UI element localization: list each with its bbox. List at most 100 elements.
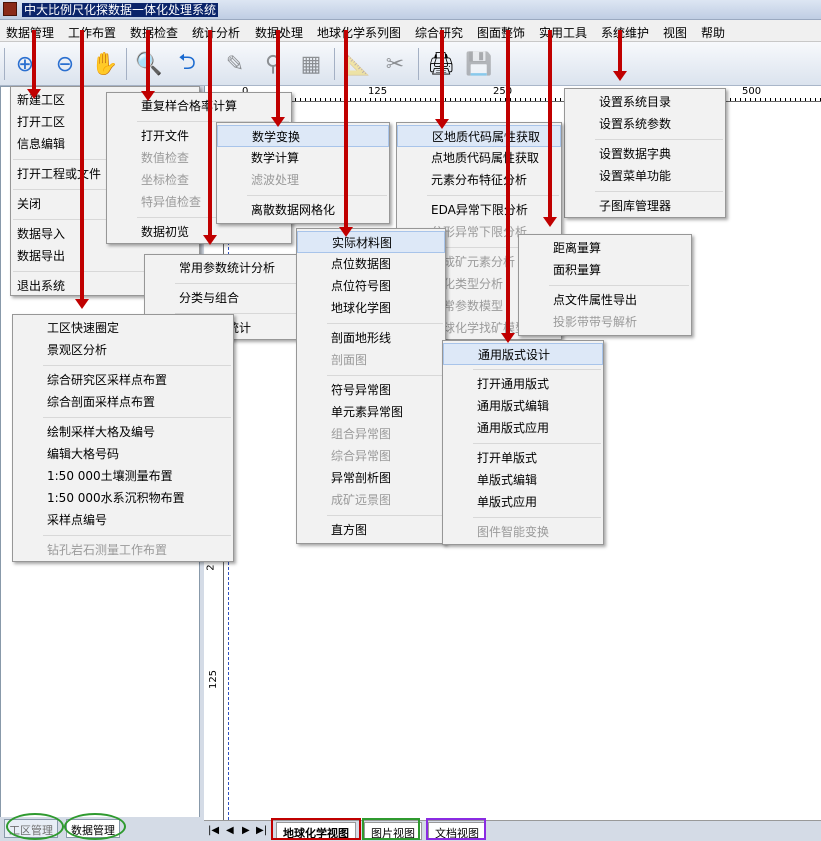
menu-item[interactable]: 1:50 000土壤测量布置 — [13, 465, 233, 487]
menu-item[interactable]: 组合异常图 — [297, 423, 445, 445]
menu-item[interactable]: 打开通用版式 — [443, 373, 603, 395]
menu-item[interactable]: 分类与组合 — [145, 287, 299, 309]
menu-item[interactable]: 数学变换 — [217, 125, 389, 147]
menu-item[interactable]: 地球化学图 — [297, 297, 445, 319]
menu-item[interactable]: 成矿远景图 — [297, 489, 445, 511]
menu-item[interactable]: 点位符号图 — [297, 275, 445, 297]
save-icon[interactable]: 💾 — [464, 49, 494, 79]
menu-decor[interactable]: 图面整饰 — [477, 24, 525, 41]
menu-item[interactable]: 区地质代码属性获取 — [397, 125, 561, 147]
menu-item[interactable]: 设置数据字典 — [565, 143, 725, 165]
menu-item[interactable]: 直方图 — [297, 519, 445, 541]
menu-research[interactable]: 综合研究 — [415, 24, 463, 41]
menu-data-mgmt[interactable]: 数据管理 — [6, 24, 54, 41]
menu-item[interactable]: 单版式应用 — [443, 491, 603, 513]
annotation-arrow — [141, 30, 155, 101]
menu-item[interactable]: 设置菜单功能 — [565, 165, 725, 187]
ruler-label: 2 — [205, 564, 217, 571]
annotation-arrow — [339, 30, 353, 237]
app-icon — [3, 2, 17, 16]
menu-separator — [327, 323, 443, 324]
pan-hand-icon[interactable]: ✋ — [90, 49, 120, 79]
title-bar: 中大比例尺化探数据一体化处理系统 — [0, 0, 821, 20]
first-page-icon[interactable]: |◀ — [208, 825, 219, 836]
menu-sys-maint[interactable]: 系统维护 — [601, 24, 649, 41]
menu-work-layout[interactable]: 工作布置 — [68, 24, 116, 41]
menu-data-check[interactable]: 数据检查 — [130, 24, 178, 41]
menu-item[interactable]: 剖面图 — [297, 349, 445, 371]
menu-item[interactable]: 符号异常图 — [297, 379, 445, 401]
menu-item[interactable]: 工区快速圈定 — [13, 317, 233, 339]
tools-icon[interactable]: ✂ — [380, 49, 410, 79]
toolbar-separator — [334, 48, 335, 80]
annotation-arrow — [27, 30, 41, 99]
menu-item[interactable]: 通用版式编辑 — [443, 395, 603, 417]
annotation-arrow — [435, 30, 449, 129]
annotation-arrow — [501, 30, 515, 343]
menu-separator — [595, 139, 723, 140]
menu-stats[interactable]: 统计分析 — [192, 24, 240, 41]
window-title: 中大比例尺化探数据一体化处理系统 — [22, 3, 219, 17]
toolbar-separator — [126, 48, 127, 80]
menu-view[interactable]: 视图 — [663, 24, 687, 41]
menu-item[interactable]: EDA异常下限分析 — [397, 199, 561, 221]
zoom-out-icon[interactable]: ⊖ — [50, 49, 80, 79]
menu-separator — [595, 191, 723, 192]
menu-item[interactable]: 面积量算 — [519, 259, 691, 281]
menu-item[interactable]: 距离量算 — [519, 237, 691, 259]
annotation-box — [271, 818, 361, 840]
menu-item[interactable]: 异常剖析图 — [297, 467, 445, 489]
menu-item[interactable]: 1:50 000水系沉积物布置 — [13, 487, 233, 509]
menu-tools[interactable]: 实用工具 — [539, 24, 587, 41]
menu-item[interactable]: 采样点编号 — [13, 509, 233, 531]
menu-item[interactable]: 常用参数统计分析 — [145, 257, 299, 279]
menu-item[interactable]: 图件智能变换 — [443, 521, 603, 543]
menu-item[interactable]: 子图库管理器 — [565, 195, 725, 217]
last-page-icon[interactable]: ▶| — [256, 825, 267, 836]
edit-tool-icon[interactable]: ✎ — [220, 49, 250, 79]
menu-item[interactable]: 点文件属性导出 — [519, 289, 691, 311]
menu-item[interactable]: 通用版式设计 — [443, 343, 603, 365]
menu-item[interactable]: 点位数据图 — [297, 253, 445, 275]
menu-separator — [473, 369, 601, 370]
menu-item[interactable]: 数据初览 — [107, 221, 291, 243]
table-icon[interactable]: ▦ — [296, 49, 326, 79]
toolbar-grip — [4, 48, 5, 80]
menu-item[interactable]: 数学计算 — [217, 147, 389, 169]
menu-item[interactable]: 实际材料图 — [297, 231, 445, 253]
menu-separator — [327, 375, 443, 376]
menu-item[interactable]: 通用版式应用 — [443, 417, 603, 439]
menu-item[interactable]: 设置系统参数 — [565, 113, 725, 135]
sys-maint-menu: 设置系统目录 设置系统参数 设置数据字典 设置菜单功能 子图库管理器 — [564, 88, 726, 218]
menu-item[interactable]: 滤波处理 — [217, 169, 389, 191]
prev-page-icon[interactable]: ◀ — [226, 825, 234, 836]
back-arrow-icon[interactable]: ⮌ — [172, 49, 202, 79]
menu-separator — [175, 283, 297, 284]
menu-bar: 数据管理 工作布置 数据检查 统计分析 数据处理 地球化学系列图 综合研究 图面… — [0, 20, 821, 42]
menu-item[interactable]: 单元素异常图 — [297, 401, 445, 423]
menu-item[interactable]: 设置系统目录 — [565, 91, 725, 113]
menu-item[interactable]: 景观区分析 — [13, 339, 233, 361]
menu-help[interactable]: 帮助 — [701, 24, 725, 41]
annotation-ring — [6, 813, 64, 840]
menu-item[interactable]: 打开单版式 — [443, 447, 603, 469]
menu-item[interactable]: 绘制采样大格及编号 — [13, 421, 233, 443]
menu-item[interactable]: 综合异常图 — [297, 445, 445, 467]
menu-item[interactable]: 重复样合格率计算 — [107, 95, 291, 117]
menu-item[interactable]: 综合研究区采样点布置 — [13, 369, 233, 391]
ruler-label: 125 — [368, 86, 388, 97]
next-page-icon[interactable]: ▶ — [242, 825, 250, 836]
menu-item[interactable]: 点地质代码属性获取 — [397, 147, 561, 169]
query-icon[interactable]: ⚲ — [258, 49, 288, 79]
menu-item[interactable]: 离散数据网格化 — [217, 199, 389, 221]
menu-item[interactable]: 剖面地形线 — [297, 327, 445, 349]
menu-item[interactable]: 投影带带号解析 — [519, 311, 691, 333]
menu-item[interactable]: 编辑大格号码 — [13, 443, 233, 465]
menu-item[interactable]: 综合剖面采样点布置 — [13, 391, 233, 413]
menu-geochem-maps[interactable]: 地球化学系列图 — [317, 24, 401, 41]
menu-item[interactable]: 钻孔岩石测量工作布置 — [13, 539, 233, 561]
menu-item[interactable]: 单版式编辑 — [443, 469, 603, 491]
menu-item[interactable]: 元素分布特征分析 — [397, 169, 561, 191]
ruler-label: 500 — [742, 86, 762, 97]
geochem-menu: 实际材料图 点位数据图 点位符号图 地球化学图剖面地形线 剖面图符号异常图 单元素异常图组… — [296, 228, 446, 544]
